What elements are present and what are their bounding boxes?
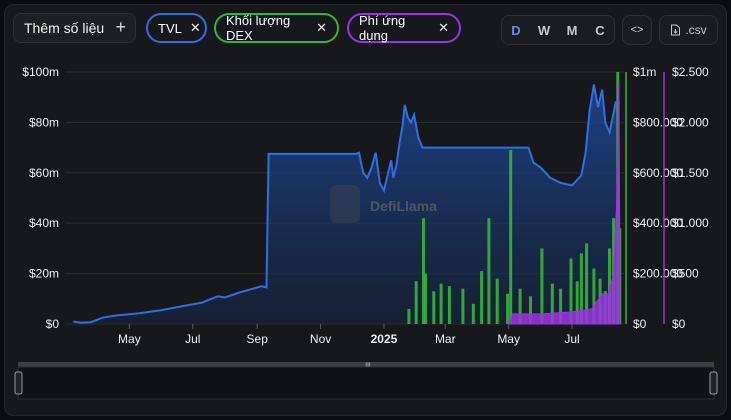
close-icon[interactable]: ✕ <box>438 20 449 36</box>
file-download-icon <box>671 24 681 36</box>
period-cumulative-button[interactable]: C <box>586 23 614 38</box>
chart-card <box>4 4 727 416</box>
period-monthly-button[interactable]: M <box>558 23 586 38</box>
embed-button[interactable]: <> <box>622 15 652 45</box>
metric-chip-tvl[interactable]: TVL ✕ <box>146 13 207 43</box>
add-metric-button[interactable]: Thêm số liệu + <box>13 13 136 43</box>
period-weekly-button[interactable]: W <box>530 23 558 38</box>
metric-chip-app-fees[interactable]: Phí ứng dụng ✕ <box>347 13 461 43</box>
add-metric-label: Thêm số liệu <box>24 20 105 36</box>
csv-label: .csv <box>685 23 707 37</box>
chip-label: TVL <box>158 20 182 36</box>
chip-label: Phí ứng dụng <box>359 13 406 43</box>
code-icon: <> <box>630 24 644 36</box>
plus-icon: + <box>115 17 126 37</box>
metric-chip-dex-volume[interactable]: Khối lượng DEX ✕ <box>214 13 339 43</box>
csv-download-button[interactable]: .csv <box>659 15 718 45</box>
close-icon[interactable]: ✕ <box>190 20 201 36</box>
period-selector: D W M C <box>501 15 615 45</box>
period-daily-button[interactable]: D <box>502 23 530 38</box>
chip-label: Khối lượng DEX <box>226 13 291 43</box>
close-icon[interactable]: ✕ <box>316 20 327 36</box>
